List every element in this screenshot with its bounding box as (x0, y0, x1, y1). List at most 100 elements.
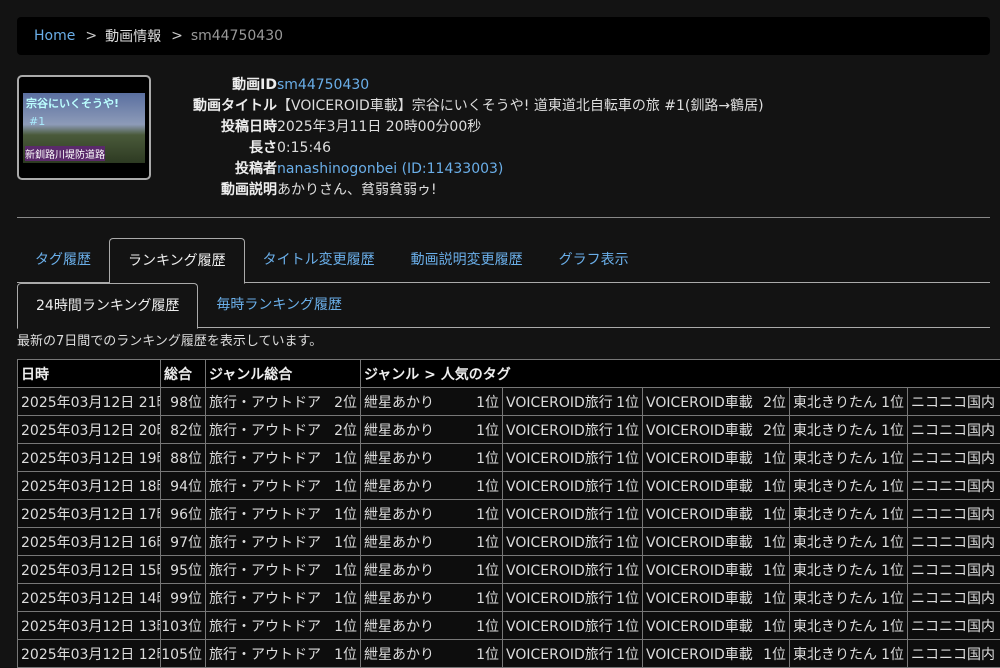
rank: 1位 (334, 616, 357, 636)
tab-tag-history[interactable]: タグ履歴 (17, 238, 109, 283)
rank: 1位 (616, 448, 639, 468)
cell-tag: 東北きりたん1位 (790, 500, 908, 528)
tab-24h-ranking[interactable]: 24時間ランキング履歴 (17, 283, 198, 329)
value: ニコニコ国内 (911, 451, 995, 467)
value: 旅行・アウトドア (209, 591, 321, 607)
rank: 1位 (881, 448, 904, 468)
cell-tag: ニコニコ国内 (908, 640, 1000, 668)
value: VOICEROID車載 (646, 535, 753, 551)
tab-title-history[interactable]: タイトル変更履歴 (245, 238, 393, 283)
cell-genre: 旅行・アウトドア2位 (206, 416, 361, 444)
cell-tag: 紲星あかり 1位 (361, 416, 503, 444)
post-date: 2025年3月11日 20時00分00秒 (277, 117, 481, 138)
cell-tag: ニコニコ国内 (908, 444, 1000, 472)
value: ニコニコ国内 (911, 591, 995, 607)
rank: 103位 (161, 616, 202, 636)
value: 2025年03月12日 13時 (21, 619, 161, 635)
rank: 1位 (616, 616, 639, 636)
breadcrumb: Home > 動画情報 > sm44750430 (17, 17, 990, 55)
cell-genre: 旅行・アウトドア1位 (206, 500, 361, 528)
value: VOICEROID車載 (646, 591, 753, 607)
value: 東北きりたん (793, 423, 877, 439)
cell-tag: VOICEROID旅行1位 (503, 444, 643, 472)
cell-tag: VOICEROID旅行1位 (503, 416, 643, 444)
rank: 1位 (763, 448, 786, 468)
cell-tag: 東北きりたん1位 (790, 416, 908, 444)
table-row: 2025年03月12日 19時88位旅行・アウトドア1位紲星あかり1位VOICE… (18, 444, 1000, 472)
rank: 1位 (763, 644, 786, 664)
value: 2025年03月12日 18時 (21, 479, 161, 495)
value: 旅行・アウトドア (209, 535, 321, 551)
value: 東北きりたん (793, 535, 877, 551)
value: VOICEROID旅行 (506, 507, 613, 523)
cell-datetime: 2025年03月12日 13時 (18, 612, 161, 640)
cell-tag: 東北きりたん1位 (790, 528, 908, 556)
cell-datetime: 2025年03月12日 21時 (18, 388, 161, 416)
value: 2025年03月12日 16時 (21, 535, 161, 551)
cell-datetime: 2025年03月12日 15時 (18, 556, 161, 584)
value: 2025年03月12日 15時 (21, 563, 161, 579)
breadcrumb-video-info[interactable]: 動画情報 (105, 26, 161, 46)
divider (17, 217, 990, 218)
cell-tag: 紲星あかり1位 (361, 388, 503, 416)
value: ニコニコ国内 (911, 395, 995, 411)
rank: 96位 (170, 504, 202, 524)
cell-total: 95位 (161, 556, 206, 584)
video-info: 動画IDsm44750430 動画タイトル【VOICEROID車載】宗谷にいくそ… (190, 75, 764, 201)
rank: 98位 (170, 392, 202, 412)
rank: 1位 (476, 560, 499, 580)
cell-tag: VOICEROID車載1位 (643, 584, 790, 612)
cell-tag: 東北きりたん1位 (790, 472, 908, 500)
thumbnail-title: 宗谷にいくそうや! (26, 95, 119, 111)
tab-description-history[interactable]: 動画説明変更履歴 (393, 238, 541, 283)
rank: 1位 (476, 420, 499, 440)
rank: 88位 (170, 448, 202, 468)
cell-genre: 旅行・アウトドア1位 (206, 612, 361, 640)
cell-tag: 紲星あかり1位 (361, 640, 503, 668)
value: ニコニコ国内 (911, 507, 995, 523)
tab-graph[interactable]: グラフ表示 (541, 238, 647, 283)
cell-total: 82位 (161, 416, 206, 444)
rank: 99位 (170, 588, 202, 608)
rank: 1位 (881, 588, 904, 608)
cell-tag: VOICEROID車載2位 (643, 388, 790, 416)
breadcrumb-home[interactable]: Home (34, 28, 75, 44)
cell-tag: VOICEROID車載1位 (643, 500, 790, 528)
rank: 1位 (881, 476, 904, 496)
value: VOICEROID車載 (646, 423, 753, 439)
cell-tag: 紲星あかり1位 (361, 612, 503, 640)
rank: 1位 (881, 532, 904, 552)
cell-datetime: 2025年03月12日 20時 (18, 416, 161, 444)
value: 2025年03月12日 20時 (21, 423, 161, 439)
table-row: 2025年03月12日 17時96位旅行・アウトドア1位紲星あかり1位VOICE… (18, 500, 1000, 528)
table-row: 2025年03月12日 12時105位旅行・アウトドア1位紲星あかり1位VOIC… (18, 640, 1000, 668)
value: VOICEROID旅行 (506, 619, 613, 635)
rank: 1位 (334, 588, 357, 608)
rank: 1位 (616, 560, 639, 580)
value: 2025年03月12日 19時 (21, 451, 161, 467)
description-label: 動画説明 (190, 180, 277, 201)
value: ニコニコ国内 (911, 535, 995, 551)
rank: 105位 (161, 644, 202, 664)
length: 0:15:46 (277, 138, 331, 159)
sub-tabs: 24時間ランキング履歴 毎時ランキング履歴 (17, 283, 990, 328)
value: 東北きりたん (793, 479, 877, 495)
rank: 1位 (476, 448, 499, 468)
tab-ranking-history[interactable]: ランキング履歴 (109, 238, 245, 284)
video-id-link[interactable]: sm44750430 (277, 75, 369, 96)
value: 旅行・アウトドア (209, 563, 321, 579)
tab-hourly-ranking[interactable]: 毎時ランキング履歴 (198, 283, 360, 328)
cell-total: 97位 (161, 528, 206, 556)
cell-tag: 紲星あかり1位 (361, 528, 503, 556)
value: 紲星あかり (364, 423, 434, 439)
cell-tag: VOICEROID旅行1位 (503, 500, 643, 528)
poster-link[interactable]: nanashinogonbei (ID:11433003) (277, 159, 503, 180)
value: 東北きりたん (793, 591, 877, 607)
rank: 82位 (170, 420, 202, 440)
cell-tag: ニコニコ国内 (908, 556, 1000, 584)
cell-tag: 紲星あかり1位 (361, 556, 503, 584)
video-thumbnail[interactable]: 宗谷にいくそうや! #1 新釧路川堤防道路 (17, 75, 151, 180)
cell-tag: 東北きりたん1位 (790, 388, 908, 416)
cell-tag: 紲星あかり1位 (361, 444, 503, 472)
value: VOICEROID旅行 (506, 451, 613, 467)
